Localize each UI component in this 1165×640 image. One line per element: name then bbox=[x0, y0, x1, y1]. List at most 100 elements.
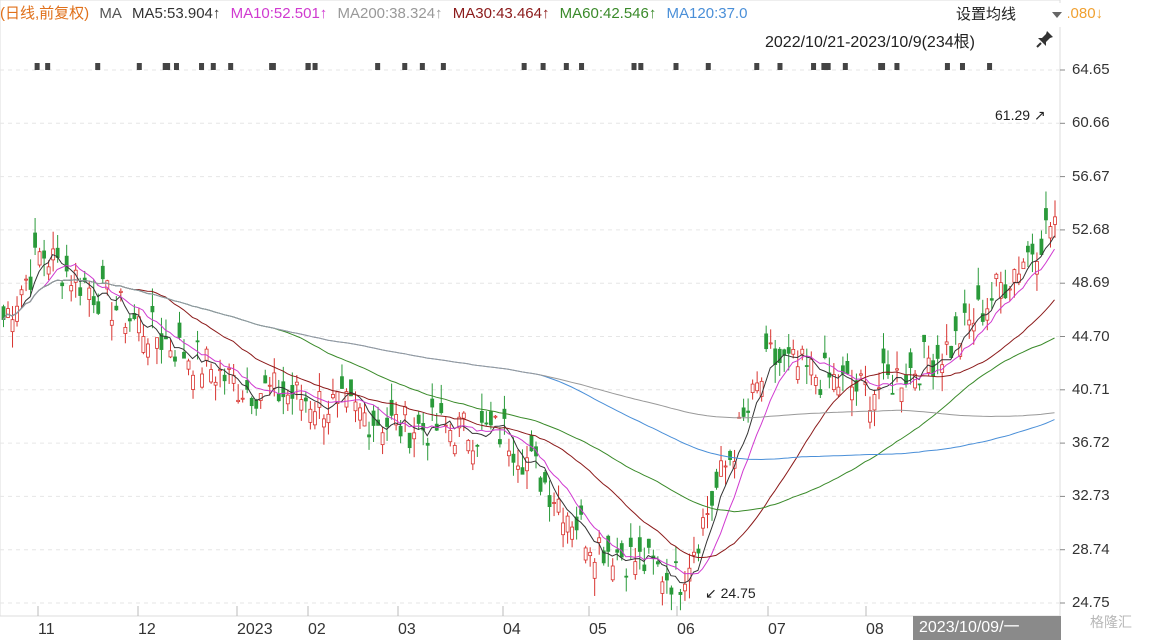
x-tick-label: 05 bbox=[589, 621, 607, 638]
candle-body bbox=[78, 287, 83, 296]
candle-body bbox=[859, 373, 863, 376]
x-tick-label: 03 bbox=[398, 621, 416, 638]
candle-body bbox=[452, 445, 457, 455]
candle-body bbox=[276, 393, 281, 402]
candle-body bbox=[908, 352, 913, 369]
candle-body bbox=[150, 305, 155, 313]
candle-body bbox=[1021, 261, 1026, 270]
event-marker bbox=[638, 63, 644, 70]
candle-body bbox=[547, 495, 552, 508]
candle-body bbox=[674, 561, 678, 564]
candle-body bbox=[96, 301, 101, 314]
candle-body bbox=[741, 407, 746, 417]
candle-body bbox=[430, 398, 435, 408]
x-tick-label: 08 bbox=[866, 621, 884, 638]
event-marker bbox=[673, 63, 679, 70]
candle-body bbox=[683, 583, 687, 592]
candle-body bbox=[331, 394, 335, 399]
candle-body bbox=[895, 368, 899, 371]
settings-ma-dropdown[interactable]: 设置均线 bbox=[948, 3, 1068, 27]
y-tick-label: 56.67 bbox=[1072, 167, 1110, 185]
candle-body bbox=[628, 537, 633, 547]
candle-body bbox=[109, 319, 114, 326]
event-marker bbox=[45, 63, 51, 70]
candle-body bbox=[962, 303, 967, 313]
candle-body bbox=[100, 265, 105, 280]
candle-body bbox=[114, 305, 119, 311]
candle-body bbox=[358, 407, 362, 421]
candle-body bbox=[872, 394, 877, 411]
candle-body bbox=[705, 513, 710, 515]
candle-body bbox=[813, 376, 818, 386]
event-marker bbox=[894, 63, 900, 70]
candle-body bbox=[407, 432, 412, 449]
candle-body bbox=[303, 397, 308, 402]
event-marker bbox=[34, 63, 40, 70]
plot-frame bbox=[0, 0, 1061, 617]
candle-body bbox=[637, 537, 642, 552]
candle-body bbox=[678, 592, 683, 595]
candle-body bbox=[520, 467, 525, 475]
candle-body bbox=[692, 551, 696, 556]
candle-body bbox=[484, 422, 489, 425]
x-tick-label: 12 bbox=[138, 621, 156, 638]
candle-body bbox=[786, 347, 791, 354]
candle-body bbox=[1012, 269, 1017, 283]
candle-body bbox=[976, 285, 981, 300]
candle-body bbox=[624, 575, 629, 578]
candle-body bbox=[516, 465, 520, 470]
candle-body bbox=[890, 392, 895, 395]
event-marker bbox=[419, 63, 425, 70]
candle-body bbox=[597, 537, 602, 543]
candle-body bbox=[1044, 208, 1048, 221]
price-chart bbox=[0, 0, 1065, 617]
candle-body bbox=[633, 561, 638, 575]
candle-body bbox=[850, 386, 854, 401]
event-marker bbox=[944, 63, 950, 70]
candle-body bbox=[416, 414, 421, 424]
pin-icon[interactable] bbox=[1036, 30, 1056, 50]
candle-body bbox=[570, 526, 575, 540]
candle-body bbox=[795, 366, 800, 380]
candle-body bbox=[899, 387, 904, 403]
candle-body bbox=[881, 348, 886, 364]
x-axis-current-date: 2023/10/09/一 bbox=[913, 616, 1061, 640]
candle-body bbox=[800, 348, 805, 355]
event-marker bbox=[811, 63, 817, 70]
candle-body bbox=[141, 336, 146, 353]
candle-body bbox=[362, 412, 367, 427]
candle-body bbox=[195, 340, 200, 343]
candle-body bbox=[561, 522, 565, 536]
candle-body bbox=[448, 430, 453, 443]
chart-stage bbox=[0, 0, 1165, 640]
candle-body bbox=[236, 399, 241, 403]
legend-prefix: (日线,前复权) bbox=[0, 5, 90, 22]
y-tick-label: 24.75 bbox=[1072, 594, 1110, 611]
candle-body bbox=[439, 403, 444, 414]
candle-body bbox=[213, 381, 218, 386]
candle-body bbox=[750, 383, 755, 394]
candle-body bbox=[701, 517, 705, 529]
candle-body bbox=[746, 410, 751, 413]
candle-body bbox=[146, 343, 150, 358]
candle-body bbox=[398, 426, 403, 437]
x-tick-label: 04 bbox=[503, 621, 521, 638]
candle-body bbox=[525, 457, 529, 472]
ma-line-ma60 bbox=[2, 279, 1055, 513]
candle-body bbox=[28, 276, 33, 290]
candle-body bbox=[791, 348, 796, 355]
event-marker bbox=[270, 63, 276, 70]
legend-ma5: MA5:53.904↑ bbox=[132, 5, 221, 22]
event-marker bbox=[825, 63, 831, 70]
candle-body bbox=[719, 460, 723, 477]
candle-body bbox=[507, 450, 511, 457]
candle-body bbox=[173, 356, 177, 362]
candle-body bbox=[380, 432, 385, 446]
candle-body bbox=[290, 384, 295, 399]
y-tick-label: 48.69 bbox=[1072, 274, 1110, 292]
candle-body bbox=[511, 453, 516, 463]
candle-body bbox=[24, 278, 28, 281]
event-marker bbox=[987, 63, 993, 70]
settings-label: 设置均线 bbox=[956, 6, 1017, 23]
candle-body bbox=[696, 548, 701, 554]
